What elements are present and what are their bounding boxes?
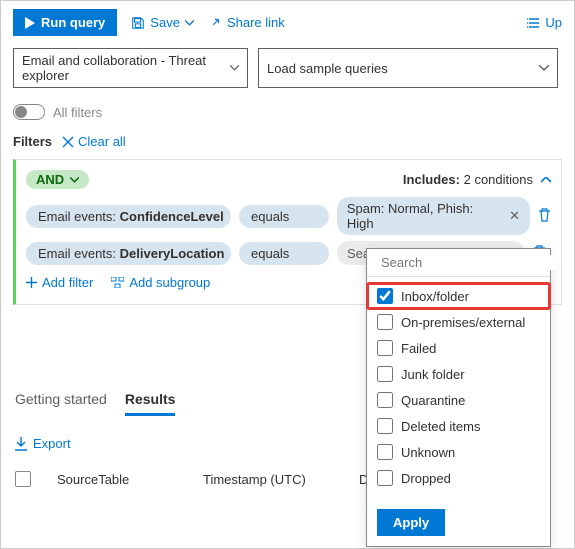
all-filters-row: All filters <box>1 96 574 126</box>
download-icon <box>15 437 27 451</box>
add-filter-button[interactable]: Add filter <box>26 275 93 290</box>
filter-panel: AND Includes: 2 conditions Email events:… <box>13 159 562 305</box>
up-label: Up <box>545 15 562 30</box>
option-checkbox[interactable] <box>377 340 393 356</box>
share-link-button[interactable]: Share link <box>208 15 285 30</box>
save-label: Save <box>150 15 180 30</box>
apply-button[interactable]: Apply <box>377 509 445 536</box>
includes-summary: Includes: 2 conditions <box>403 172 533 187</box>
option-dropped[interactable]: Dropped <box>367 465 550 491</box>
field-pill[interactable]: Email events: ConfidenceLevel <box>26 205 231 228</box>
chevron-down-icon <box>230 65 239 71</box>
option-quarantine[interactable]: Quarantine <box>367 387 550 413</box>
popover-search <box>367 249 550 277</box>
add-filter-label: Add filter <box>42 275 93 290</box>
play-icon <box>25 17 35 29</box>
option-checkbox[interactable] <box>377 392 393 408</box>
panel-head: AND Includes: 2 conditions <box>26 170 551 189</box>
popover-search-input[interactable] <box>381 255 557 270</box>
all-filters-label: All filters <box>53 105 102 120</box>
up-button[interactable]: Up <box>527 15 562 30</box>
filters-header: Filters Clear all <box>1 126 574 159</box>
subgroup-icon <box>111 277 124 288</box>
export-label: Export <box>33 436 71 451</box>
option-list: Inbox/folder On-premises/external Failed… <box>367 277 550 501</box>
operator-pill[interactable]: equals <box>239 242 329 265</box>
option-checkbox[interactable] <box>377 418 393 434</box>
value-pill[interactable]: Spam: Normal, Phish: High ✕ <box>337 197 530 235</box>
option-checkbox[interactable] <box>377 288 393 304</box>
add-subgroup-label: Add subgroup <box>129 275 210 290</box>
option-inbox-folder[interactable]: Inbox/folder <box>367 283 550 309</box>
scope-row: Email and collaboration - Threat explore… <box>1 44 574 96</box>
option-junk-folder[interactable]: Junk folder <box>367 361 550 387</box>
option-on-premises-external[interactable]: On-premises/external <box>367 309 550 335</box>
sample-queries-dropdown[interactable]: Load sample queries <box>258 48 558 88</box>
and-label: AND <box>36 172 64 187</box>
chevron-up-icon[interactable] <box>541 177 551 183</box>
tab-getting-started[interactable]: Getting started <box>15 391 107 416</box>
save-icon <box>131 16 145 30</box>
filters-title: Filters <box>13 134 52 149</box>
chevron-down-icon <box>185 20 194 26</box>
option-unknown[interactable]: Unknown <box>367 439 550 465</box>
toggle-knob <box>15 106 27 118</box>
scope-dropdown[interactable]: Email and collaboration - Threat explore… <box>13 48 248 88</box>
value-text: Spam: Normal, Phish: High <box>347 201 503 231</box>
chevron-down-icon <box>70 177 79 183</box>
value-dropdown-popover: Inbox/folder On-premises/external Failed… <box>366 248 551 547</box>
select-all-checkbox[interactable] <box>15 471 31 487</box>
option-checkbox[interactable] <box>377 314 393 330</box>
run-query-button[interactable]: Run query <box>13 9 117 36</box>
sample-queries-value: Load sample queries <box>267 61 388 76</box>
run-query-label: Run query <box>41 15 105 30</box>
delete-condition-icon[interactable] <box>538 208 551 225</box>
clear-all-button[interactable]: Clear all <box>62 134 126 149</box>
clear-value-icon[interactable]: ✕ <box>509 208 520 224</box>
scope-value: Email and collaboration - Threat explore… <box>22 53 230 83</box>
toolbar: Run query Save Share link Up <box>1 1 574 44</box>
column-timestamp[interactable]: Timestamp (UTC) <box>203 472 333 487</box>
option-checkbox[interactable] <box>377 444 393 460</box>
all-filters-toggle[interactable] <box>13 104 45 120</box>
and-operator-pill[interactable]: AND <box>26 170 89 189</box>
column-sourcetable[interactable]: SourceTable <box>57 472 177 487</box>
condition-row: Email events: ConfidenceLevel equals Spa… <box>26 197 551 235</box>
option-checkbox[interactable] <box>377 470 393 486</box>
field-pill[interactable]: Email events: DeliveryLocation <box>26 242 231 265</box>
share-label: Share link <box>227 15 285 30</box>
share-icon <box>208 16 222 30</box>
plus-icon <box>26 277 37 288</box>
save-button[interactable]: Save <box>131 15 194 30</box>
operator-pill[interactable]: equals <box>239 205 329 228</box>
option-failed[interactable]: Failed <box>367 335 550 361</box>
list-icon <box>527 16 541 30</box>
close-icon <box>62 136 74 148</box>
option-deleted-items[interactable]: Deleted items <box>367 413 550 439</box>
add-subgroup-button[interactable]: Add subgroup <box>111 275 210 290</box>
clear-all-label: Clear all <box>78 134 126 149</box>
chevron-down-icon <box>539 65 549 71</box>
tab-results[interactable]: Results <box>125 391 176 416</box>
option-checkbox[interactable] <box>377 366 393 382</box>
